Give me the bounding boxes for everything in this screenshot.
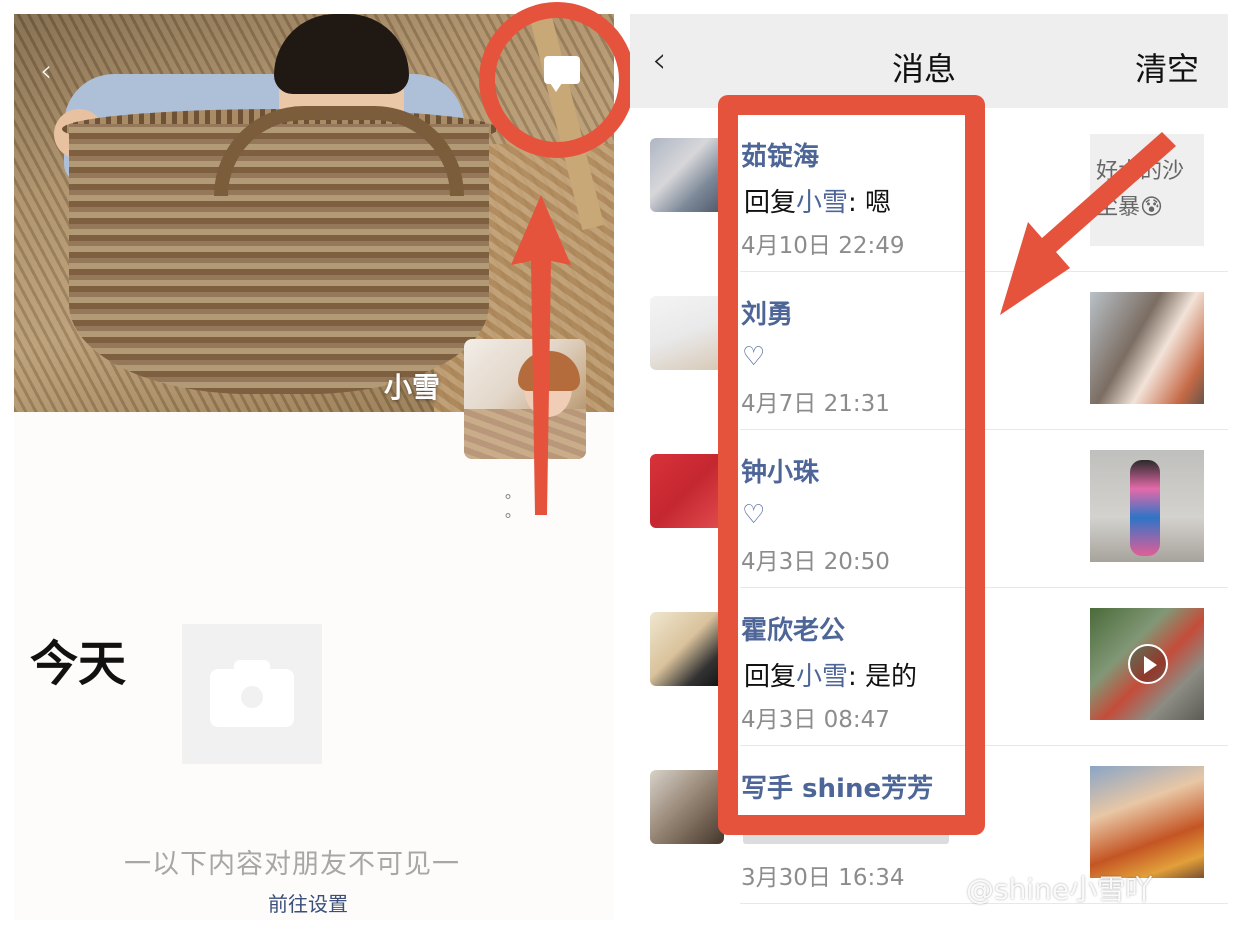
- privacy-note: 一以下内容对朋友不可见一: [124, 849, 460, 880]
- clear-button[interactable]: 清空: [1135, 44, 1199, 90]
- post-thumbnail[interactable]: [1090, 766, 1204, 878]
- back-icon[interactable]: ‹: [652, 40, 666, 81]
- watermark: @shine小雪吖: [966, 873, 1154, 906]
- play-icon[interactable]: [1128, 644, 1168, 684]
- annotation-arrow-up: [511, 195, 571, 515]
- annotation-arrow-diagonal: [1000, 132, 1176, 315]
- user-avatar[interactable]: [650, 454, 724, 528]
- back-icon[interactable]: ‹: [40, 54, 52, 89]
- user-avatar[interactable]: [650, 296, 724, 370]
- post-thumbnail[interactable]: [1090, 450, 1204, 562]
- user-avatar[interactable]: [650, 138, 724, 212]
- post-photo-button[interactable]: [182, 624, 322, 764]
- page-title: 消息: [892, 50, 957, 88]
- settings-link[interactable]: 前往设置: [268, 888, 348, 917]
- profile-nickname: 小雪: [384, 371, 441, 404]
- annotation-rectangle: [718, 95, 985, 835]
- message-time: 3月30日 16:34: [741, 865, 905, 891]
- thumbnail-figure: [1130, 460, 1160, 556]
- user-avatar[interactable]: [650, 770, 724, 844]
- messages-header: ‹ 消息 清空: [630, 14, 1228, 108]
- today-label: 今天: [30, 636, 127, 692]
- user-avatar[interactable]: [650, 612, 724, 686]
- camera-lens-icon: [235, 680, 269, 714]
- annotation-circle: [479, 2, 635, 158]
- post-thumbnail[interactable]: [1090, 608, 1204, 720]
